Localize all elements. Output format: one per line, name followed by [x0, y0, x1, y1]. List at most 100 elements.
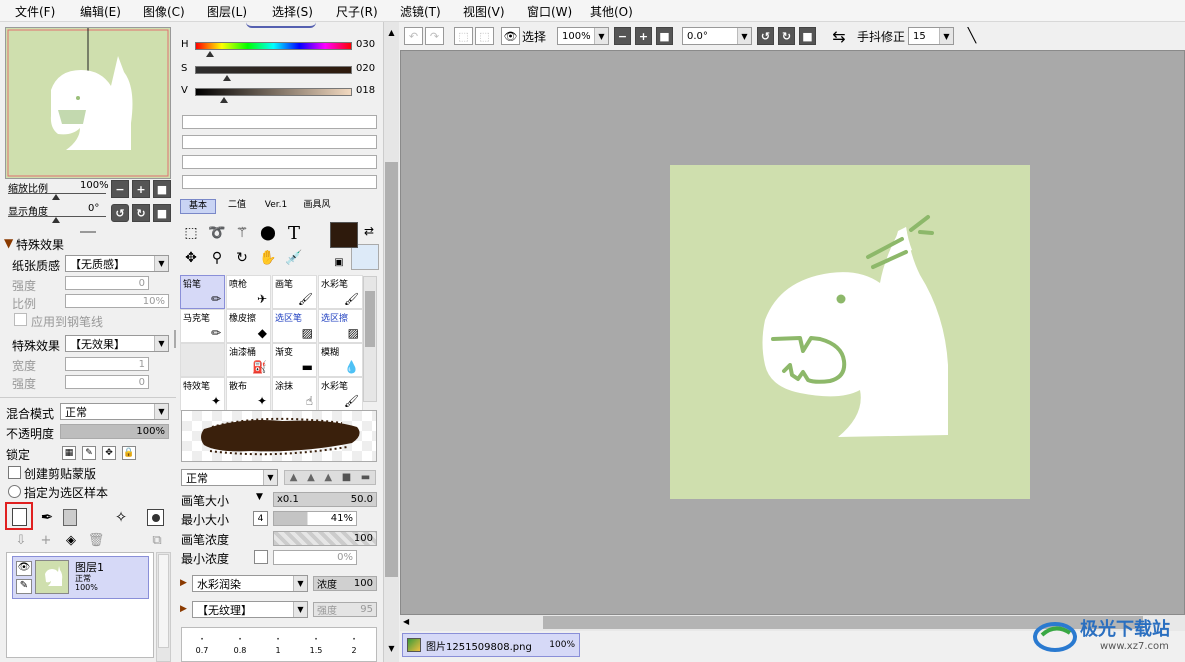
size-preset[interactable]: · 1: [260, 632, 296, 660]
brush-slot[interactable]: 涂抹 ☝: [272, 377, 317, 411]
color-mixer-bar[interactable]: [182, 115, 377, 129]
clear-layer-icon[interactable]: ◈: [60, 529, 82, 551]
brush-slot[interactable]: 特效笔 ✦: [180, 377, 225, 411]
tool-panel-scrollbar[interactable]: ▲ ▼: [383, 22, 399, 662]
lock-move-icon[interactable]: ✥: [102, 446, 116, 460]
new-vector-layer-button[interactable]: ✒: [36, 506, 58, 528]
zoom-in-button[interactable]: +: [132, 180, 150, 198]
eye-icon[interactable]: 👁: [501, 27, 520, 45]
pressure-size-icon[interactable]: 4: [253, 511, 268, 526]
brush-slot[interactable]: 模糊 💧: [318, 343, 363, 377]
pencil-icon[interactable]: ✎: [16, 579, 32, 594]
flip-horizontal-icon[interactable]: ⇆: [828, 25, 850, 47]
min-size-slider[interactable]: 41%: [273, 511, 357, 526]
lock-transparency-icon[interactable]: ▦: [62, 446, 76, 460]
deselect-button[interactable]: ⬚: [454, 27, 473, 45]
clip-mask-checkbox[interactable]: [8, 466, 21, 479]
brush-grid-scrollbar[interactable]: [363, 276, 377, 402]
hue-slider[interactable]: [195, 42, 352, 50]
angle-slider-handle[interactable]: [52, 217, 60, 223]
menu-select[interactable]: 选择(S): [272, 3, 313, 20]
size-preset[interactable]: · 0.7: [184, 632, 220, 660]
swap-colors-icon[interactable]: ⇄: [358, 220, 380, 242]
blend-mode-select[interactable]: 正常 ▼: [60, 403, 169, 420]
chevron-down-icon[interactable]: ▼: [385, 644, 398, 656]
chevron-left-icon[interactable]: ◀: [403, 617, 409, 626]
lasso-icon[interactable]: ➰: [206, 222, 228, 244]
panel-grip[interactable]: [80, 231, 96, 233]
brush-shape-selector[interactable]: ▲ ▲ ▲ ■ ▬: [284, 470, 376, 485]
tab-ver1[interactable]: Ver.1: [258, 199, 294, 214]
layer-menu-icon[interactable]: ⧉: [146, 529, 168, 551]
brush-mode-select[interactable]: 正常 ▼: [181, 469, 278, 486]
eyedropper-icon[interactable]: 💉: [283, 247, 305, 269]
brush-slot[interactable]: 选区擦 ▨: [318, 309, 363, 343]
hue-slider-handle[interactable]: [206, 51, 214, 57]
toolbar-zoom-in-button[interactable]: +: [635, 27, 652, 45]
paper-texture-select[interactable]: 【无质感】 ▼: [65, 255, 169, 272]
rotate-icon[interactable]: ↻: [231, 247, 253, 269]
rotation-select[interactable]: 0.0° ▼: [682, 27, 752, 45]
menu-ruler[interactable]: 尺子(R): [336, 3, 378, 20]
brush-slot[interactable]: 橡皮擦 ◆: [226, 309, 271, 343]
delete-layer-icon[interactable]: 🗑: [85, 529, 107, 551]
brush-slot[interactable]: 画笔 🖌: [272, 275, 317, 309]
navigator-preview[interactable]: [5, 27, 171, 179]
effect-strength-field[interactable]: 0: [65, 375, 149, 389]
toolbar-zoom-out-button[interactable]: −: [614, 27, 631, 45]
expand-icon[interactable]: ▶: [180, 578, 187, 588]
value-slider[interactable]: [195, 88, 352, 96]
chevron-down-icon[interactable]: ▼: [256, 492, 263, 502]
toolbar-zoom-reset-button[interactable]: ■: [656, 27, 673, 45]
rotate-left-button[interactable]: ↺: [111, 204, 129, 222]
tab-basic[interactable]: 基本: [180, 199, 216, 214]
text-tool-icon[interactable]: T: [283, 222, 305, 244]
saturation-slider-handle[interactable]: [223, 75, 231, 81]
menu-edit[interactable]: 编辑(E): [80, 3, 121, 20]
merge-down-icon[interactable]: ⇩: [10, 529, 32, 551]
zoom-select[interactable]: 100% ▼: [557, 27, 609, 45]
new-layer-folder-button[interactable]: [63, 509, 77, 526]
size-preset[interactable]: · 0.8: [222, 632, 258, 660]
menu-filter[interactable]: 滤镜(T): [400, 3, 441, 20]
hand-icon[interactable]: ✋: [257, 247, 279, 269]
brush-slot[interactable]: 铅笔 ✏: [180, 275, 225, 309]
invert-selection-button[interactable]: ⬚: [475, 27, 494, 45]
texture-density-slider[interactable]: 强度 95: [313, 602, 377, 617]
brush-slot[interactable]: 水彩笔 🖌: [318, 275, 363, 309]
menu-layer[interactable]: 图层(L): [207, 3, 247, 20]
width-field[interactable]: 1: [65, 357, 149, 371]
size-preset[interactable]: · 1.5: [298, 632, 334, 660]
canvas-document[interactable]: [670, 165, 1030, 499]
redo-button[interactable]: ↷: [425, 27, 444, 45]
effects-collapse-icon[interactable]: ▼: [4, 236, 13, 250]
ratio-field[interactable]: 10%: [65, 294, 169, 308]
file-tab[interactable]: 图片1251509808.png 100%: [402, 633, 580, 657]
magic-wand-icon[interactable]: ⚚: [231, 222, 253, 244]
lock-paint-icon[interactable]: ✎: [82, 446, 96, 460]
magnifier-icon[interactable]: ⚲: [206, 247, 228, 269]
toolbar-rotate-right-button[interactable]: ↻: [778, 27, 795, 45]
shape-icon[interactable]: ⬤: [257, 222, 279, 244]
tab-painter[interactable]: 画具风: [297, 199, 337, 214]
brush-slot[interactable]: 散布 ✦: [226, 377, 271, 411]
lock-all-icon[interactable]: 🔒: [122, 446, 136, 460]
expand-icon[interactable]: ▶: [180, 604, 187, 614]
layer-list-scrollbar[interactable]: [156, 552, 171, 662]
stabilizer-select[interactable]: 15 ▼: [908, 27, 954, 45]
menu-image[interactable]: 图像(C): [143, 3, 185, 20]
brush-slot[interactable]: 马克笔 ✏: [180, 309, 225, 343]
brush-slot[interactable]: 喷枪 ✈: [226, 275, 271, 309]
blend-brush-select[interactable]: 水彩润染 ▼: [192, 575, 308, 592]
layer-effect-button[interactable]: ✧: [110, 506, 132, 528]
min-density-slider[interactable]: 0%: [273, 550, 357, 565]
min-density-checkbox[interactable]: [254, 550, 268, 564]
size-preset[interactable]: · 2: [336, 632, 372, 660]
transparent-color-icon[interactable]: ▣: [328, 251, 350, 273]
rotate-right-button[interactable]: ↻: [132, 204, 150, 222]
color-mixer-bar[interactable]: [182, 175, 377, 189]
brush-slot[interactable]: [180, 343, 225, 377]
rotate-reset-button[interactable]: ■: [153, 204, 171, 222]
brush-slot[interactable]: 油漆桶 ⛽: [226, 343, 271, 377]
opacity-slider[interactable]: 100%: [60, 424, 169, 439]
